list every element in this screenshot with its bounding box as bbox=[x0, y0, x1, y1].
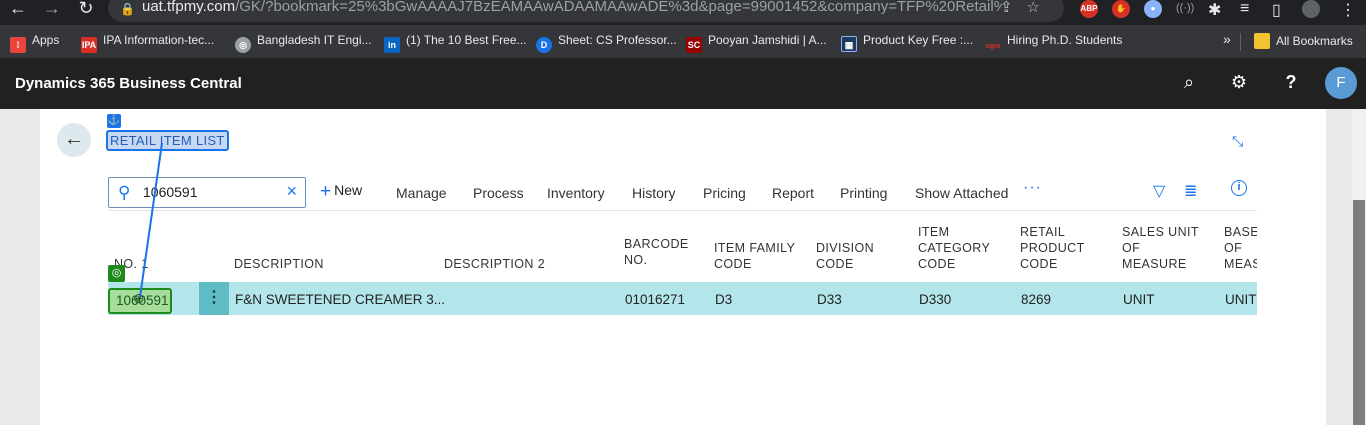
bookmark-label: Hiring Ph.D. Students bbox=[1007, 33, 1123, 47]
bookmark-label: Pooyan Jamshidi | A... bbox=[708, 33, 827, 47]
bookmark-label: Apps bbox=[32, 33, 60, 47]
bookmark-label: IPA Information-tec... bbox=[103, 33, 215, 47]
bookmark-apps[interactable]: ⁞ Apps bbox=[10, 33, 59, 53]
profile-avatar-icon[interactable] bbox=[1302, 0, 1320, 18]
bookmark-bangladesh[interactable]: ◎ Bangladesh IT Engi... bbox=[235, 33, 372, 53]
user-avatar[interactable]: F bbox=[1325, 67, 1357, 99]
extension-wave-icon[interactable]: ((·)) bbox=[1176, 2, 1194, 14]
ipa-icon: IPA bbox=[81, 37, 97, 53]
usc-icon: SC bbox=[686, 37, 702, 53]
ngm-icon: ngm bbox=[985, 43, 1001, 50]
gear-icon[interactable]: ⚙ bbox=[1227, 72, 1251, 93]
scrollbar-thumb[interactable] bbox=[1353, 200, 1365, 425]
star-icon[interactable]: ☆ bbox=[1027, 0, 1054, 16]
connector-line bbox=[139, 142, 163, 298]
bookmark-linkedin[interactable]: in (1) The 10 Best Free... bbox=[384, 33, 527, 53]
bookmarks-overflow[interactable]: » bbox=[1223, 31, 1231, 47]
lock-icon: 🔒 bbox=[120, 2, 135, 16]
bookmark-pooyan[interactable]: SC Pooyan Jamshidi | A... bbox=[686, 33, 827, 53]
globe-icon: ◎ bbox=[235, 37, 251, 53]
apps-grid-icon: ⁞ bbox=[10, 37, 26, 53]
kebab-menu-icon[interactable]: ⋮ bbox=[1340, 0, 1356, 20]
url-action-icons: ⇪☆ bbox=[1000, 0, 1054, 16]
page-container: ← ⚓ RETAIL ITEM LIST ⤡ ⚲ × +New Manage P… bbox=[40, 109, 1326, 425]
folder-icon bbox=[1254, 33, 1270, 49]
bookmark-label: Sheet: CS Professor... bbox=[558, 33, 677, 47]
url-host: uat.tfpmy.com bbox=[142, 0, 236, 15]
search-icon[interactable]: ⌕ bbox=[1177, 72, 1201, 93]
browser-toolbar: ← → ↻ 🔒 uat.tfpmy.com/GK/?bookmark=25%3b… bbox=[0, 0, 1366, 25]
side-panel-icon[interactable]: ▯ bbox=[1272, 0, 1281, 20]
bookmarks-bar: ⁞ Apps IPA IPA Information-tec... ◎ Banglad… bbox=[0, 25, 1366, 58]
bookmark-label: (1) The 10 Best Free... bbox=[406, 33, 527, 47]
app-title[interactable]: Dynamics 365 Business Central bbox=[15, 75, 242, 92]
all-bookmarks[interactable]: All Bookmarks bbox=[1254, 33, 1353, 49]
back-arrow-icon[interactable]: ← bbox=[8, 0, 28, 20]
bookmark-sheet[interactable]: D Sheet: CS Professor... bbox=[536, 33, 677, 53]
url-text[interactable]: uat.tfpmy.com/GK/?bookmark=25%3bGwAAAAJ7… bbox=[142, 0, 1002, 15]
bookmark-label: Bangladesh IT Engi... bbox=[257, 33, 372, 47]
bookmark-ipa[interactable]: IPA IPA Information-tec... bbox=[81, 33, 214, 53]
reload-icon[interactable]: ↻ bbox=[76, 0, 96, 20]
address-bar[interactable]: 🔒 uat.tfpmy.com/GK/?bookmark=25%3bGwAAAA… bbox=[108, 0, 1064, 22]
linkedin-icon: in bbox=[384, 37, 400, 53]
extension-hand-icon[interactable]: ✋ bbox=[1112, 0, 1130, 18]
share-icon[interactable]: ⇪ bbox=[1000, 0, 1027, 16]
media-queue-icon[interactable]: ≡ bbox=[1240, 0, 1249, 18]
bookmark-product-key[interactable]: ▦ Product Key Free :... bbox=[841, 33, 973, 52]
adblock-icon[interactable]: ABP bbox=[1080, 0, 1098, 18]
bookmark-hiring[interactable]: ngm Hiring Ph.D. Students bbox=[985, 33, 1123, 55]
d-icon: D bbox=[536, 37, 552, 53]
extension-circle-icon[interactable]: ● bbox=[1144, 0, 1162, 18]
grid-icon: ▦ bbox=[841, 36, 857, 52]
bookmark-separator bbox=[1240, 33, 1241, 51]
bookmark-label: Product Key Free :... bbox=[863, 33, 974, 47]
puzzle-icon[interactable]: ✱ bbox=[1208, 0, 1221, 20]
all-bookmarks-label: All Bookmarks bbox=[1276, 34, 1353, 48]
help-icon[interactable]: ? bbox=[1279, 72, 1303, 93]
forward-arrow-icon[interactable]: → bbox=[42, 0, 62, 20]
app-header: Dynamics 365 Business Central ⌕ ⚙ ? F bbox=[0, 58, 1366, 109]
url-path: /GK/?bookmark=25%3bGwAAAAJ7BzEAMAAwADAAM… bbox=[235, 0, 1002, 15]
